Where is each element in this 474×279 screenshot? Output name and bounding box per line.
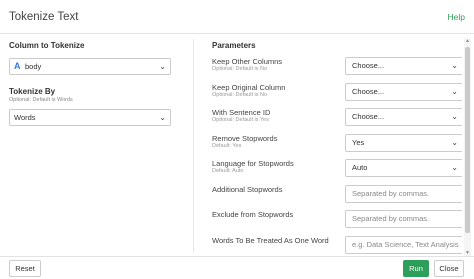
- param-row-keep-other-columns: Keep Other Columns Optional: Default is …: [212, 57, 462, 83]
- param-row-words-as-one-word: Words To Be Treated As One Word e.g. Dat…: [212, 235, 462, 255]
- with-sentence-id-select[interactable]: Choose... ⌄: [345, 108, 462, 126]
- keep-original-column-select[interactable]: Choose... ⌄: [345, 82, 462, 101]
- chevron-down-icon: ⌄: [159, 113, 166, 122]
- select-value: Choose...: [352, 61, 385, 70]
- param-row-language-for-stopwords: Language for Stopwords Default: Auto Aut…: [212, 159, 462, 185]
- column-select-value: body: [25, 62, 42, 71]
- vertical-scrollbar[interactable]: ▲ ▼: [464, 38, 471, 256]
- dialog-title: Tokenize Text: [9, 11, 79, 23]
- left-panel: Column to Tokenize Abody ⌄ Tokenize By O…: [9, 41, 171, 126]
- header-divider: [0, 33, 474, 34]
- param-row-exclude-from-stopwords: Exclude from Stopwords Separated by comm…: [212, 210, 462, 236]
- exclude-from-stopwords-input[interactable]: Separated by commas.: [345, 210, 462, 228]
- additional-stopwords-input[interactable]: Separated by commas.: [345, 184, 462, 203]
- dialog-header: Tokenize Text Help: [0, 0, 474, 36]
- param-row-additional-stopwords: Additional Stopwords Separated by commas…: [212, 184, 462, 211]
- chevron-down-icon: ⌄: [159, 62, 166, 71]
- language-for-stopwords-select[interactable]: Auto ⌄: [345, 159, 462, 177]
- tokenize-by-sub: Optional: Default is Words: [9, 97, 73, 103]
- param-row-with-sentence-id: With Sentence ID Optional: Default is Ye…: [212, 108, 462, 134]
- help-link[interactable]: Help: [448, 12, 465, 22]
- words-as-one-word-input[interactable]: e.g. Data Science, Text Analysis: [345, 235, 462, 254]
- column-select[interactable]: Abody ⌄: [9, 58, 171, 75]
- tokenize-by-label: Tokenize By: [9, 87, 56, 96]
- letter-a-icon: A: [14, 61, 21, 71]
- chevron-down-icon: ⌄: [451, 137, 458, 147]
- chevron-down-icon: ⌄: [451, 112, 458, 121]
- parameters-panel: Parameters Keep Other Columns Optional: …: [212, 41, 462, 254]
- scroll-up-icon[interactable]: ▲: [465, 38, 470, 44]
- reset-button[interactable]: Reset: [9, 260, 41, 277]
- select-value: Auto: [352, 163, 368, 172]
- run-button[interactable]: Run: [403, 260, 429, 277]
- close-button[interactable]: Close: [434, 260, 464, 277]
- select-value: Choose...: [352, 112, 385, 121]
- remove-stopwords-select[interactable]: Yes ⌄: [345, 133, 462, 152]
- column-to-tokenize-label: Column to Tokenize: [9, 41, 85, 50]
- param-row-keep-original-column: Keep Original Column Optional: Default i…: [212, 82, 462, 109]
- chevron-down-icon: ⌄: [451, 61, 458, 70]
- select-value: Yes: [352, 137, 365, 147]
- scroll-thumb[interactable]: [465, 47, 470, 233]
- keep-other-columns-select[interactable]: Choose... ⌄: [345, 57, 462, 75]
- footer-divider: [0, 256, 474, 257]
- select-value: Choose...: [352, 86, 385, 96]
- chevron-down-icon: ⌄: [451, 86, 458, 96]
- chevron-down-icon: ⌄: [451, 163, 458, 172]
- tokenize-by-select[interactable]: Words ⌄: [9, 109, 171, 126]
- tokenize-by-value: Words: [14, 113, 36, 122]
- param-row-remove-stopwords: Remove Stopwords Default: Yes Yes ⌄: [212, 133, 462, 160]
- parameters-title: Parameters: [212, 41, 256, 50]
- panel-divider: [193, 39, 194, 253]
